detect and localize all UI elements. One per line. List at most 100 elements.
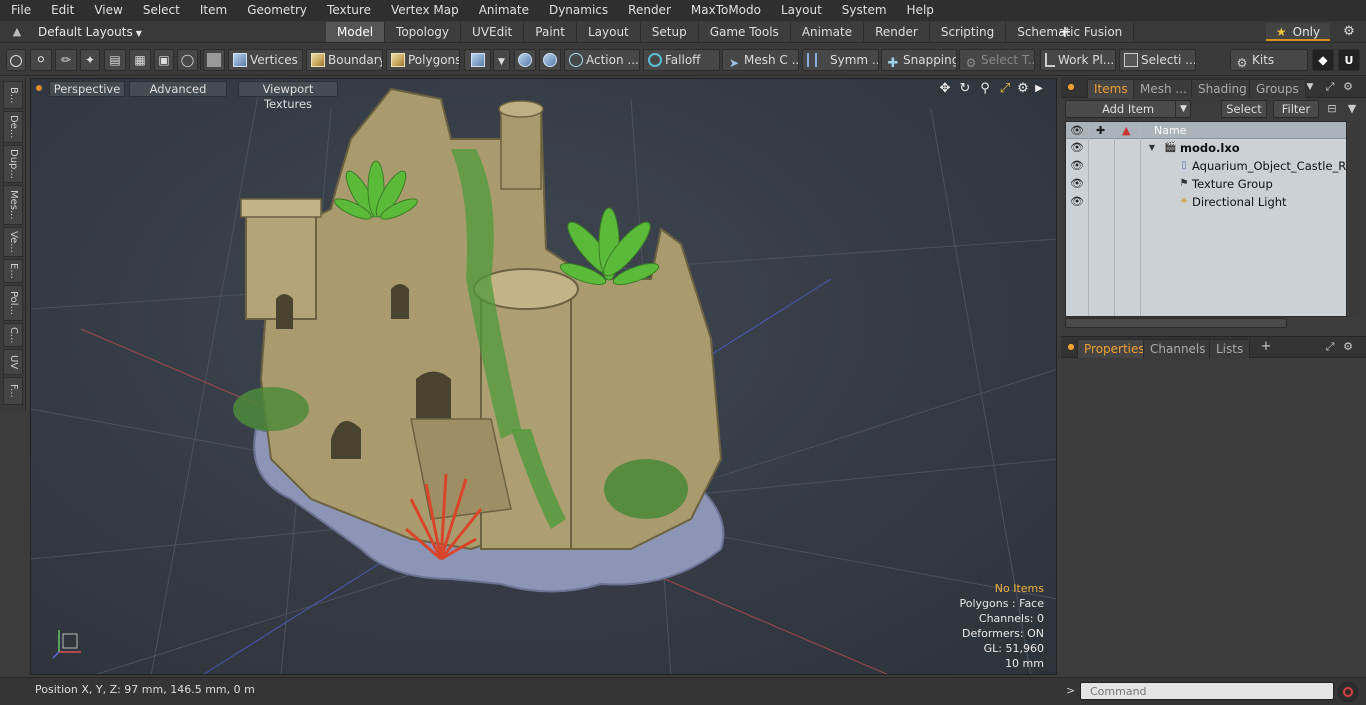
record-macro-button[interactable] (1338, 682, 1358, 702)
select-through-button[interactable]: ⚙ Select T... (959, 49, 1035, 71)
strip-tab-vertex[interactable]: Ve... (3, 227, 23, 257)
sculpt-toggle-button[interactable] (539, 49, 561, 71)
tab-uvedit[interactable]: UVEdit (461, 22, 525, 42)
work-plane-button[interactable]: Work Pl... (1040, 49, 1116, 71)
tab-properties[interactable]: Properties (1077, 339, 1152, 358)
collapse-icon[interactable]: ⊟ (1325, 102, 1339, 116)
strip-tab-uv[interactable]: UV (3, 349, 23, 375)
tab-animate[interactable]: Animate (790, 22, 865, 42)
add-item-button[interactable]: Add Item (1065, 100, 1191, 118)
tree-row-mesh[interactable]: 👁 ▯ Aquarium_Object_Castle_Rui ... (1066, 157, 1346, 175)
pan-icon[interactable]: ✥ (937, 81, 953, 97)
pen-tool-button[interactable]: ✏ (55, 49, 77, 71)
unreal-button[interactable]: U (1338, 49, 1360, 71)
falloff-button[interactable]: Falloff (643, 49, 720, 71)
3d-viewport[interactable]: Perspective Advanced Viewport Textures ✥… (30, 78, 1057, 675)
strip-tab-duplicate[interactable]: Dup... (3, 145, 23, 183)
command-input[interactable] (1080, 682, 1334, 700)
selection-sets-button[interactable]: Selecti ... (1119, 49, 1196, 71)
filter-funnel-icon[interactable]: ▼ (1345, 102, 1359, 116)
frame-button[interactable]: ▣ (154, 49, 174, 71)
boundary-button[interactable]: Boundary (306, 49, 383, 71)
transform-button[interactable]: ▦ (129, 49, 151, 71)
tab-setup[interactable]: Setup (640, 22, 699, 42)
brush-button[interactable]: ✦ (80, 49, 100, 71)
menu-render[interactable]: Render (618, 0, 681, 21)
layout-collapse-icon[interactable]: ▲ (8, 23, 26, 41)
tabs-dropdown-icon[interactable]: ▼ (1303, 80, 1317, 94)
layout-dropdown[interactable]: Default Layouts ▼ (38, 21, 142, 43)
unity-button[interactable]: ◆ (1312, 49, 1334, 71)
material-dropdown[interactable]: ▼ (493, 49, 510, 71)
menu-maxtomodo[interactable]: MaxToModo (681, 0, 771, 21)
action-center-button[interactable]: Action ... (564, 49, 640, 71)
kits-button[interactable]: ⚙ Kits (1230, 49, 1308, 71)
menu-system[interactable]: System (832, 0, 897, 21)
strip-tab-deform[interactable]: De... (3, 111, 23, 143)
add-item-dropdown-icon[interactable]: ▼ (1175, 100, 1191, 118)
command-history-arrow-icon[interactable]: > (1066, 683, 1075, 699)
select-mode-button[interactable] (6, 49, 26, 71)
advanced-button[interactable]: Advanced (129, 81, 227, 97)
tab-lists[interactable]: Lists (1209, 339, 1251, 358)
tree-row-texture-group[interactable]: 👁 ⚑ Texture Group (1066, 175, 1346, 193)
strip-tab-polygon[interactable]: Pol... (3, 285, 23, 321)
tab-groups[interactable]: Groups (1249, 79, 1306, 98)
menu-select[interactable]: Select (133, 0, 190, 21)
zoom-icon[interactable]: ⚲ (977, 81, 993, 97)
tree-horizontal-scrollbar[interactable] (1065, 318, 1287, 328)
strip-tab-basic[interactable]: B... (3, 81, 23, 109)
visibility-eye-icon[interactable]: 👁 (1070, 160, 1084, 172)
polygons-button[interactable]: Polygons (386, 49, 460, 71)
tab-paint[interactable]: Paint (524, 22, 577, 42)
visibility-eye-icon[interactable]: 👁 (1070, 178, 1084, 190)
strip-tab-edge[interactable]: E... (3, 259, 23, 283)
tab-model[interactable]: Model (326, 22, 386, 42)
symmetry-button[interactable]: Symm ... (802, 49, 879, 71)
menu-file[interactable]: File (0, 0, 41, 21)
rotate-icon[interactable]: ↻ (957, 81, 973, 97)
menu-item[interactable]: Item (190, 0, 237, 21)
strip-tab-mesh-edit[interactable]: Mes... (3, 185, 23, 225)
add-tab-button[interactable]: + (1057, 21, 1073, 43)
viewport-gear-icon[interactable]: ⚙ (1015, 81, 1031, 97)
panel-gear-icon[interactable]: ⚙ (1341, 340, 1355, 354)
viewport-textures-button[interactable]: Viewport Textures (238, 81, 338, 111)
tab-channels[interactable]: Channels (1143, 339, 1213, 358)
filter-button[interactable]: Filter (1273, 100, 1319, 118)
tree-row-directional-light[interactable]: 👁 ☀ Directional Light (1066, 193, 1346, 211)
strip-tab-curve[interactable]: C... (3, 323, 23, 347)
menu-geometry[interactable]: Geometry (237, 0, 317, 21)
tab-layout[interactable]: Layout (576, 22, 641, 42)
menu-dynamics[interactable]: Dynamics (539, 0, 618, 21)
menu-texture[interactable]: Texture (317, 0, 381, 21)
fit-view-icon[interactable]: ⤢ (997, 81, 1013, 97)
material-mode-button[interactable] (464, 49, 491, 71)
menu-layout[interactable]: Layout (771, 0, 832, 21)
only-toggle[interactable]: ★ Only (1266, 23, 1330, 41)
expand-panel-icon[interactable]: ⤢ (1323, 340, 1337, 354)
strip-tab-fusion[interactable]: F... (3, 377, 23, 405)
tab-mesh-ops[interactable]: Mesh ... (1133, 79, 1194, 98)
item-mode-button[interactable] (203, 49, 225, 71)
tab-topology[interactable]: Topology (385, 22, 462, 42)
menu-animate[interactable]: Animate (469, 0, 539, 21)
tab-game-tools[interactable]: Game Tools (698, 22, 791, 42)
snapping-button[interactable]: ✚ Snapping (881, 49, 957, 71)
globe-button[interactable]: ⚪ (30, 49, 52, 71)
menu-vertex-map[interactable]: Vertex Map (381, 0, 469, 21)
gear-icon[interactable]: ⚙ (1340, 23, 1358, 41)
menu-view[interactable]: View (84, 0, 132, 21)
radial-button[interactable]: ◯ (177, 49, 198, 71)
symmetry-toggle-button[interactable] (514, 49, 536, 71)
menu-edit[interactable]: Edit (41, 0, 84, 21)
tree-vertical-scrollbar[interactable] (1349, 121, 1361, 317)
name-column-header[interactable]: Name (1154, 122, 1186, 139)
tab-render[interactable]: Render (864, 22, 930, 42)
expand-panel-icon[interactable]: ⤢ (1323, 80, 1337, 94)
expand-arrow-icon[interactable]: ▼ (1146, 142, 1158, 154)
visibility-eye-icon[interactable]: 👁 (1070, 196, 1084, 208)
tab-items[interactable]: Items (1087, 79, 1135, 98)
add-tab-icon[interactable]: + (1259, 340, 1273, 354)
perspective-button[interactable]: Perspective (49, 81, 125, 97)
